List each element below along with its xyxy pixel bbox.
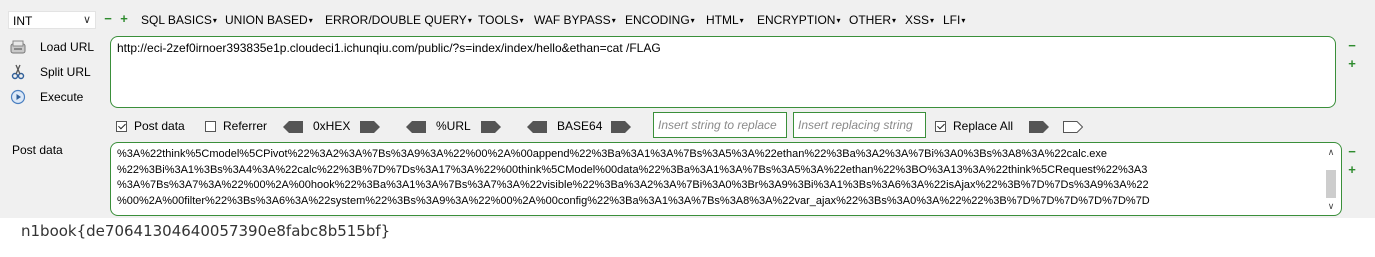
menu-label: XSS	[905, 13, 930, 27]
post-data-label: Post data	[12, 143, 63, 157]
referrer-label: Referrer	[223, 119, 268, 133]
injection-type-select[interactable]: INT ∨	[8, 11, 96, 29]
url-input[interactable]: http://eci-2zef0irnoer393835e1p.cloudeci…	[110, 36, 1336, 108]
chevron-down-icon: ∨	[82, 14, 91, 26]
caret-down-icon: ▾	[836, 16, 841, 26]
url-value: http://eci-2zef0irnoer393835e1p.cloudeci…	[117, 41, 661, 55]
arrow-right-outline-icon[interactable]	[1063, 121, 1083, 133]
referrer-checkbox[interactable]	[205, 121, 216, 132]
menu-label: OTHER	[849, 13, 891, 27]
menu-label: SQL BASICS	[141, 13, 212, 27]
arrow-right-icon[interactable]	[1029, 121, 1049, 133]
post-data-line: %22%3Bi%3A1%3Bs%3A4%3A%22calc%22%3B%7D%7…	[117, 163, 1148, 176]
injection-type-value: INT	[13, 14, 33, 28]
caret-down-icon: ▾	[611, 16, 616, 26]
replace-all-label: Replace All	[953, 119, 1014, 133]
caret-down-icon: ▾	[519, 16, 524, 26]
arrow-left-icon[interactable]	[406, 121, 426, 133]
load-url-icon	[10, 40, 26, 54]
minus-icon[interactable]: −	[1346, 38, 1358, 53]
menu-error-double-query[interactable]: ERROR/DOUBLE QUERY▾	[325, 13, 472, 27]
scroll-up-icon[interactable]: ∧	[1324, 146, 1338, 158]
post-data-checkbox[interactable]	[116, 121, 127, 132]
flag-output: n1book{de70641304640057390e8fabc8b515bf}	[21, 222, 391, 240]
arrow-right-icon[interactable]	[611, 121, 631, 133]
caret-down-icon: ▾	[308, 16, 313, 26]
menu-encryption[interactable]: ENCRYPTION▾	[757, 13, 840, 27]
replacing-string-input[interactable]	[794, 113, 925, 137]
menu-label: ENCODING	[625, 13, 690, 27]
hackbar-panel: INT ∨ − + SQL BASICS▾ UNION BASED▾ ERROR…	[0, 0, 1375, 218]
replace-string-input[interactable]	[654, 113, 786, 137]
minus-icon[interactable]: −	[1346, 144, 1358, 159]
hex-label: 0xHEX	[313, 119, 351, 133]
menu-label: WAF BYPASS	[534, 13, 611, 27]
plus-icon[interactable]: +	[1346, 162, 1358, 177]
scroll-down-icon[interactable]: ∨	[1324, 200, 1338, 212]
menu-label: ENCRYPTION	[757, 13, 836, 27]
menu-label: HTML	[706, 13, 739, 27]
caret-down-icon: ▾	[930, 16, 935, 26]
replace-all-checkbox[interactable]	[935, 121, 946, 132]
caret-down-icon: ▾	[892, 16, 897, 26]
caret-down-icon: ▾	[467, 16, 472, 26]
url-encode-label: %URL	[436, 119, 471, 133]
replacing-string-field[interactable]	[793, 112, 926, 138]
minus-icon[interactable]: −	[103, 12, 113, 25]
caret-down-icon: ▾	[690, 16, 695, 26]
menu-sql-basics[interactable]: SQL BASICS▾	[141, 13, 217, 27]
caret-down-icon: ▾	[739, 16, 744, 26]
menu-label: ERROR/DOUBLE QUERY	[325, 13, 467, 27]
caret-down-icon: ▾	[961, 16, 966, 26]
post-data-line: %3A%7Bs%3A7%3A%22%00%2A%00hook%22%3Ba%3A…	[117, 179, 1149, 192]
scroll-thumb[interactable]	[1326, 170, 1336, 198]
menu-waf-bypass[interactable]: WAF BYPASS▾	[534, 13, 616, 27]
menu-label: TOOLS	[478, 13, 519, 27]
replace-string-field[interactable]	[653, 112, 787, 138]
post-data-textarea[interactable]: %3A%22think%5Cmodel%5CPivot%22%3A2%3A%7B…	[110, 142, 1342, 216]
menu-lfi[interactable]: LFI▾	[943, 13, 965, 27]
menu-xss[interactable]: XSS▾	[905, 13, 934, 27]
menu-other[interactable]: OTHER▾	[849, 13, 896, 27]
menu-label: LFI	[943, 13, 961, 27]
menu-bar: INT ∨ − + SQL BASICS▾ UNION BASED▾ ERROR…	[0, 10, 1375, 32]
arrow-right-icon[interactable]	[481, 121, 501, 133]
split-url-label: Split URL	[40, 65, 91, 79]
menu-union-based[interactable]: UNION BASED▾	[225, 13, 313, 27]
menu-html[interactable]: HTML▾	[706, 13, 744, 27]
arrow-left-icon[interactable]	[283, 121, 303, 133]
plus-icon[interactable]: +	[119, 12, 129, 25]
arrow-right-icon[interactable]	[360, 121, 380, 133]
menu-encoding[interactable]: ENCODING▾	[625, 13, 695, 27]
scissors-icon	[11, 64, 25, 80]
menu-tools[interactable]: TOOLS▾	[478, 13, 523, 27]
post-data-lines: %3A%22think%5Cmodel%5CPivot%22%3A2%3A%7B…	[117, 147, 1150, 209]
post-data-line: %00%2A%00filter%22%3Bs%3A6%3A%22system%2…	[117, 194, 1150, 207]
post-data-scrollbar[interactable]: ∧ ∨	[1324, 146, 1338, 212]
load-url-label: Load URL	[40, 40, 95, 54]
caret-down-icon: ▾	[212, 16, 217, 26]
play-icon	[10, 89, 26, 105]
menu-label: UNION BASED	[225, 13, 308, 27]
post-data-option-label: Post data	[134, 119, 185, 133]
arrow-left-icon[interactable]	[527, 121, 547, 133]
plus-icon[interactable]: +	[1346, 56, 1358, 71]
base64-label: BASE64	[557, 119, 603, 133]
execute-label: Execute	[40, 90, 84, 104]
post-data-line: %3A%22think%5Cmodel%5CPivot%22%3A2%3A%7B…	[117, 148, 1108, 160]
